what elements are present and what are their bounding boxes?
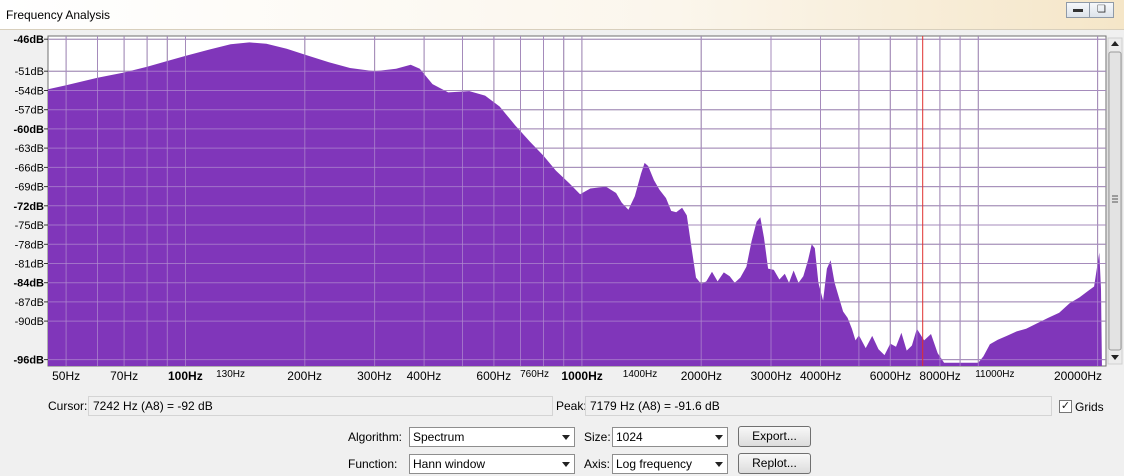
chevron-down-icon (715, 462, 723, 467)
y-tick-label: -81dB (15, 259, 44, 271)
chevron-down-icon (562, 435, 570, 440)
export-button[interactable]: Export... (738, 426, 811, 447)
y-tick-label: -69dB (15, 182, 44, 194)
x-tick-label: 760Hz (520, 369, 549, 380)
y-tick-label: -96dB (13, 355, 44, 367)
y-tick-label: -78dB (15, 239, 44, 251)
x-tick-label: 400Hz (406, 369, 442, 383)
axis-label: Axis: (584, 457, 611, 471)
y-tick-label: -60dB (13, 124, 44, 136)
chevron-down-icon (562, 462, 570, 467)
x-tick-label: 70Hz (110, 369, 139, 383)
x-tick-label: 300Hz (357, 369, 392, 383)
grids-checkbox[interactable]: ✓ (1059, 400, 1072, 413)
x-tick-label: 2000Hz (680, 369, 723, 383)
x-tick-label: 11000Hz (975, 369, 1015, 380)
y-tick-label: -87dB (15, 297, 44, 309)
size-select[interactable]: 1024 (612, 427, 728, 447)
spectrum-plot[interactable]: -46dB -51dB -54dB -57dB -60dB -63dB -66dB -69dB… (0, 30, 1124, 370)
y-tick-label: -51dB (15, 66, 44, 78)
scrollbar-thumb[interactable] (1108, 51, 1122, 351)
y-tick-label: -57dB (15, 105, 44, 117)
x-tick-label: 20000Hz (1054, 369, 1103, 383)
algorithm-label: Algorithm: (348, 430, 403, 444)
size-value: 1024 (616, 430, 643, 444)
axis-select[interactable]: Log frequency (612, 454, 728, 474)
checkmark-icon: ✓ (1060, 400, 1071, 412)
chevron-down-icon (715, 435, 723, 440)
y-tick-label: -54dB (15, 86, 44, 98)
y-tick-label: -66dB (15, 162, 44, 174)
replot-button[interactable]: Replot... (738, 453, 811, 474)
x-axis-labels: 50Hz 70Hz 100Hz 130Hz 200Hz 300Hz 400Hz 600Hz 76… (0, 369, 1124, 387)
window-title: Frequency Analysis (6, 8, 111, 22)
x-tick-label: 4000Hz (800, 369, 842, 383)
maximize-icon[interactable]: ❏ (1090, 2, 1114, 18)
cursor-label: Cursor: (48, 399, 88, 413)
peak-readout: 7179 Hz (A8) = -91.6 dB (585, 396, 1052, 416)
function-label: Function: (348, 457, 398, 471)
x-tick-label: 1000Hz (561, 369, 603, 383)
y-tick-label: -72dB (13, 201, 44, 213)
function-select[interactable]: Hann window (409, 454, 575, 474)
y-axis-labels: -46dB -51dB -54dB -57dB -60dB -63dB -66dB -69dB… (13, 34, 48, 367)
function-value: Hann window (413, 457, 486, 471)
grids-label: Grids (1075, 400, 1104, 414)
x-tick-label: 130Hz (216, 369, 245, 380)
y-tick-label: -84dB (13, 278, 44, 290)
x-tick-label: 200Hz (287, 369, 322, 383)
size-label: Size: (584, 430, 611, 444)
peak-label: Peak: (556, 399, 587, 413)
y-tick-label: -46dB (13, 34, 44, 46)
x-tick-label: 8000Hz (919, 369, 961, 383)
x-tick-label: 3000Hz (750, 369, 792, 383)
x-tick-label: 100Hz (168, 369, 203, 383)
x-tick-label: 6000Hz (869, 369, 912, 383)
algorithm-select[interactable]: Spectrum (409, 427, 575, 447)
x-tick-label: 600Hz (476, 369, 512, 383)
window-controls: ▬ ❏ (1066, 2, 1114, 18)
x-tick-label: 50Hz (52, 369, 81, 383)
axis-value: Log frequency (616, 457, 693, 471)
algorithm-value: Spectrum (413, 430, 465, 444)
x-tick-label: 1400Hz (622, 369, 658, 380)
y-tick-label: -75dB (15, 220, 44, 232)
vertical-scrollbar[interactable] (1107, 37, 1123, 365)
y-tick-label: -63dB (15, 143, 44, 155)
minimize-icon[interactable]: ▬ (1066, 2, 1090, 18)
title-bar: Frequency Analysis ▬ ❏ (0, 0, 1124, 30)
y-tick-label: -90dB (15, 316, 44, 328)
cursor-readout: 7242 Hz (A8) = -92 dB (88, 396, 553, 416)
